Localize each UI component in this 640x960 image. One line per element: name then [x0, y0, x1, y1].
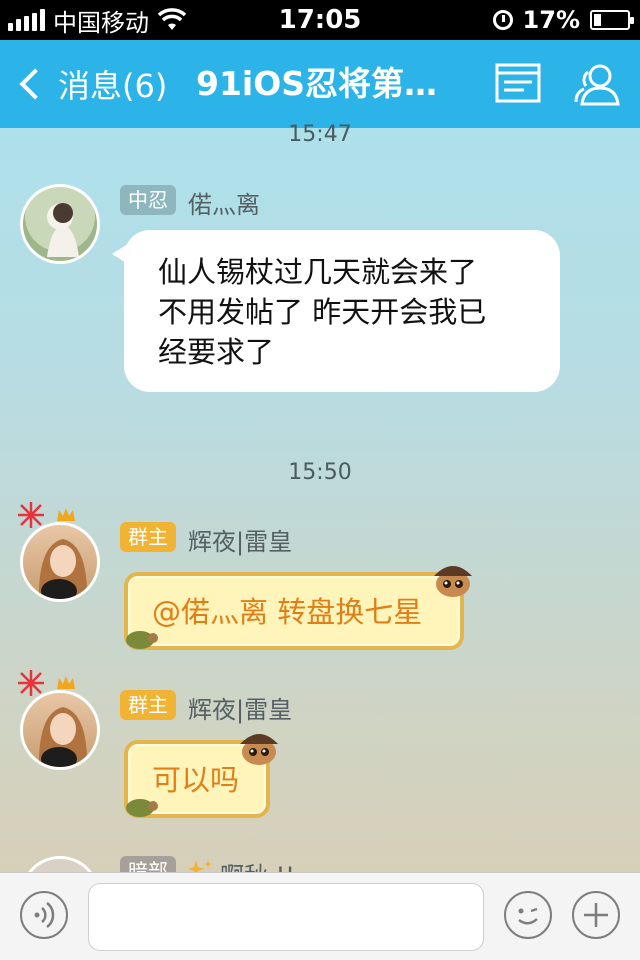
timestamp: 15:47 — [288, 122, 352, 147]
voice-button[interactable] — [20, 891, 68, 939]
message-text: 可以吗 — [152, 763, 240, 797]
back-button[interactable]: 消息(6) — [14, 40, 167, 128]
message-input-bar — [0, 872, 640, 960]
teemo-sticker-icon — [434, 566, 472, 597]
message-line: 经要求了 — [158, 335, 275, 369]
member-rank-badge: 中忍 — [120, 185, 176, 215]
sender-name: 辉夜|雷皇 — [188, 696, 293, 724]
message-bubble[interactable]: @偌灬离 转盘换七星 — [124, 572, 464, 650]
group-notice-icon[interactable] — [494, 62, 542, 106]
voice-icon — [34, 902, 55, 928]
message-bubble[interactable]: 仙人锡杖过几天就会来了 不用发帖了 昨天开会我已 经要求了 — [112, 230, 560, 392]
plus-icon — [584, 903, 608, 927]
sender-name: 辉夜|雷皇 — [188, 528, 293, 556]
group-members-icon[interactable] — [570, 62, 626, 106]
back-label: 消息(6) — [58, 67, 168, 105]
timestamp: 15:50 — [288, 460, 352, 485]
chat-title: 91iOS忍将第… — [196, 64, 438, 103]
more-options-button[interactable] — [572, 891, 620, 939]
smiley-icon — [518, 907, 538, 925]
crown-icon — [57, 676, 75, 689]
battery-icon — [590, 10, 634, 30]
turtle-sticker-icon — [126, 799, 158, 817]
avatar[interactable] — [20, 522, 100, 602]
alarm-clock-icon — [492, 10, 513, 30]
battery-percent: 17% — [522, 6, 580, 34]
group-owner-badge: 群主 — [120, 522, 176, 552]
sender-name: 偌灬离 — [188, 191, 260, 219]
message-input[interactable] — [88, 883, 484, 951]
message-line: 仙人锡杖过几天就会来了 — [158, 255, 478, 289]
teemo-sticker-icon — [240, 734, 278, 765]
group-owner-badge: 群主 — [120, 690, 176, 720]
emoji-button[interactable] — [504, 891, 552, 939]
message-text: @偌灬离 转盘换七星 — [152, 595, 423, 629]
message-line: 不用发帖了 昨天开会我已 — [158, 295, 487, 329]
turtle-sticker-icon — [126, 631, 158, 649]
crown-icon — [57, 508, 75, 521]
avatar[interactable] — [20, 184, 100, 264]
avatar[interactable] — [20, 690, 100, 770]
back-chevron-icon — [19, 68, 51, 100]
status-bar: 中国移动 17:05 17% — [0, 0, 640, 40]
navigation-bar: 消息(6) 91iOS忍将第… — [0, 40, 640, 128]
